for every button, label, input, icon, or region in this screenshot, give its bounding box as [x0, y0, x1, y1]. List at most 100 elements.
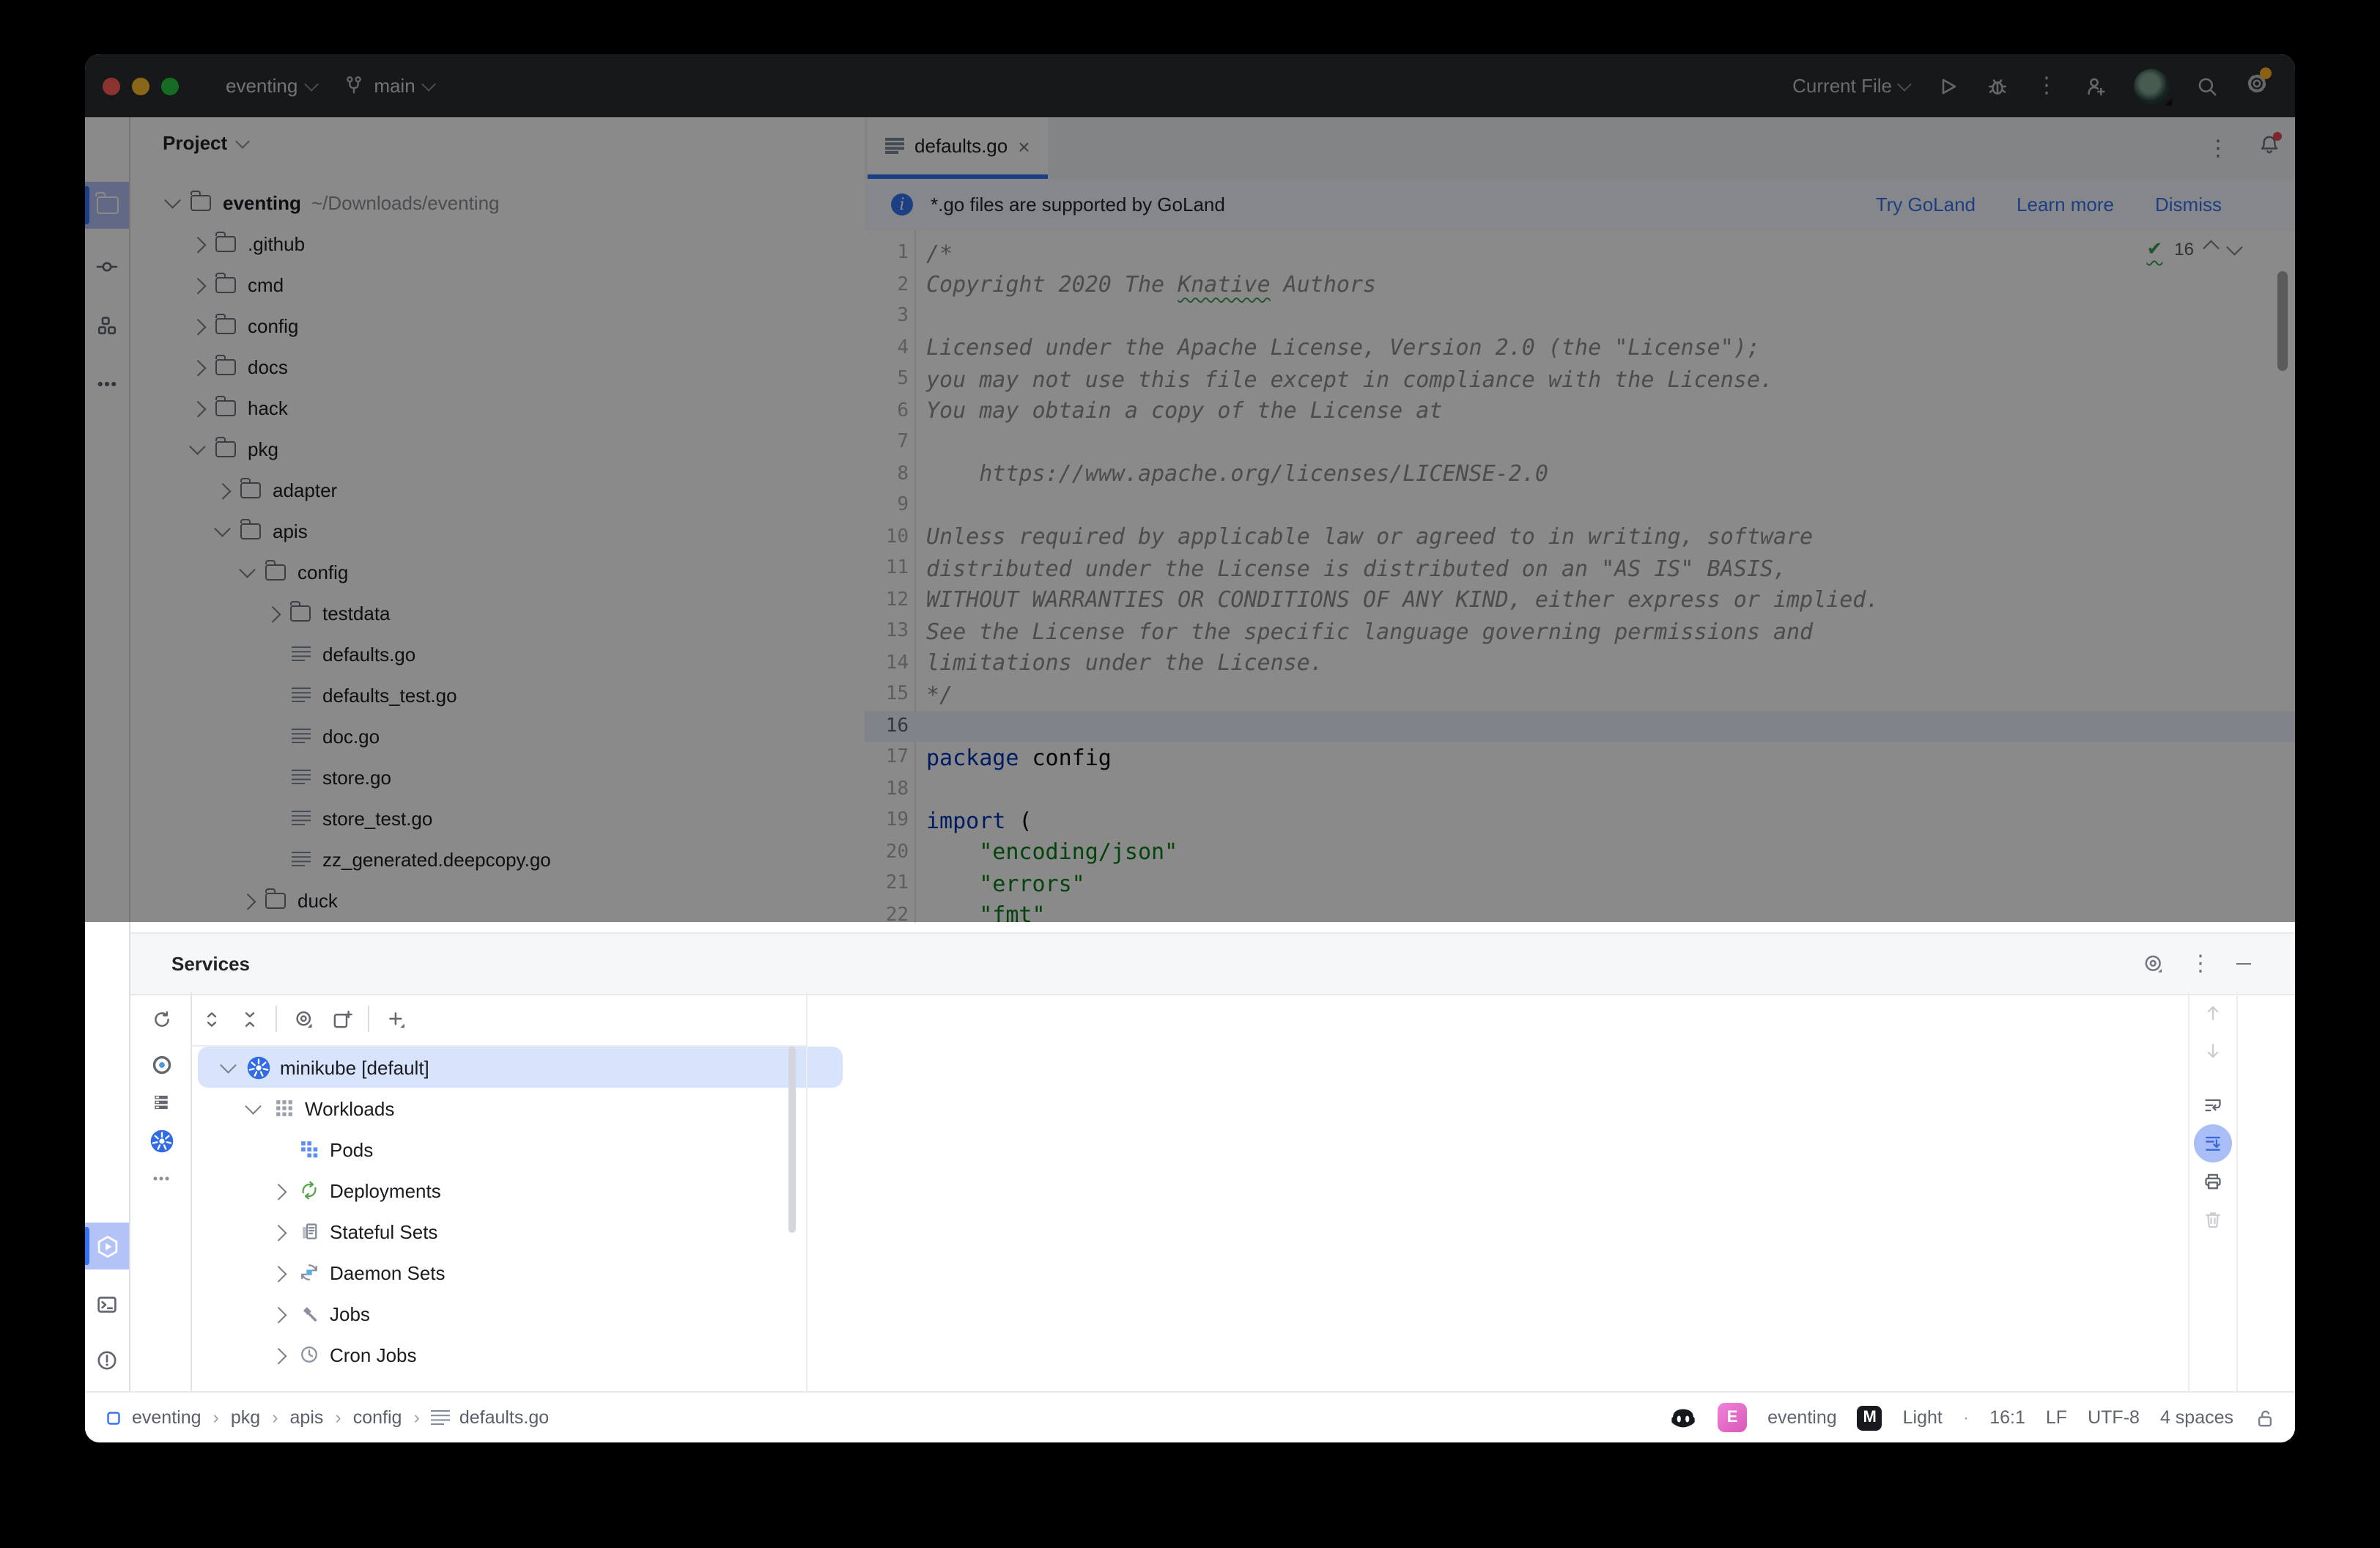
next-problem-icon[interactable]	[2226, 240, 2242, 255]
code-line-9[interactable]: 9	[865, 490, 2295, 521]
chevron-right-icon[interactable]	[268, 1180, 289, 1201]
code-line-5[interactable]: 5you may not use this file except in com…	[865, 364, 2295, 395]
chevron-down-icon[interactable]	[243, 1098, 264, 1118]
project-tree-row[interactable]: testdata	[130, 592, 865, 633]
services-tree-row[interactable]: Cron Jobs	[198, 1334, 843, 1375]
code-line-16[interactable]: 16	[865, 710, 2295, 742]
theme-label[interactable]: Light	[1903, 1407, 1943, 1428]
services-tree-row[interactable]: Workloads	[198, 1088, 843, 1129]
code-line-18[interactable]: 18	[865, 773, 2295, 805]
copilot-icon[interactable]	[1669, 1404, 1697, 1431]
project-widget[interactable]: eventing	[217, 70, 325, 101]
code-line-12[interactable]: 12WITHOUT WARRANTIES OR CONDITIONS OF AN…	[865, 584, 2295, 616]
project-tree-row[interactable]: store_test.go	[130, 797, 865, 838]
code-with-me-button[interactable]	[2084, 74, 2107, 97]
code-line-22[interactable]: 22 "fmt"	[865, 899, 2295, 924]
code-line-10[interactable]: 10Unless required by applicable law or a…	[865, 521, 2295, 553]
notifications-button[interactable]	[2258, 133, 2280, 163]
code-line-17[interactable]: 17package config	[865, 742, 2295, 773]
services-tree-row[interactable]: Pods	[198, 1129, 843, 1170]
status-project-name[interactable]: eventing	[1767, 1407, 1837, 1428]
settings-button[interactable]	[2245, 72, 2269, 100]
try-goland-link[interactable]: Try GoLand	[1876, 194, 1976, 215]
editor-options-button[interactable]: ⋮	[2207, 137, 2229, 159]
chevron-right-icon[interactable]	[188, 397, 208, 418]
chevron-right-icon[interactable]	[262, 602, 283, 623]
project-tree-row[interactable]: docs	[130, 346, 865, 387]
code-line-3[interactable]: 3	[865, 301, 2295, 332]
scroll-to-end-button[interactable]	[2194, 1124, 2232, 1161]
rail-server-stack-button[interactable]	[147, 1083, 176, 1121]
debug-button[interactable]	[1986, 74, 2009, 97]
chevron-right-icon[interactable]	[212, 479, 233, 500]
rail-more-dots-sm-button[interactable]	[147, 1160, 176, 1198]
refresh-button[interactable]	[130, 1000, 192, 1038]
vcs-branch-widget[interactable]: main	[334, 70, 443, 101]
services-tree-row[interactable]: Stateful Sets	[198, 1211, 843, 1252]
chevron-right-icon[interactable]	[268, 1262, 289, 1283]
project-tree-row[interactable]: defaults_test.go	[130, 674, 865, 715]
theme-badge[interactable]: M	[1858, 1405, 1882, 1430]
code-line-1[interactable]: 1/*	[865, 237, 2295, 269]
breadcrumb-item[interactable]: eventing	[104, 1407, 202, 1428]
project-tree-row[interactable]: pkg	[130, 428, 865, 469]
project-tree-row[interactable]: duck	[130, 880, 865, 921]
project-tree-row[interactable]: zz_generated.deepcopy.go	[130, 838, 865, 880]
project-tree-row[interactable]: adapter	[130, 469, 865, 510]
prev-problem-icon[interactable]	[2203, 241, 2219, 257]
stripe-button-structure[interactable]	[85, 302, 129, 349]
stripe-button-project[interactable]	[85, 182, 129, 229]
tab-defaults-go[interactable]: defaults.go ×	[868, 117, 1048, 179]
chevron-down-icon[interactable]	[237, 561, 258, 582]
rail-run-target-button[interactable]	[147, 1045, 176, 1083]
stripe-button-more-tools[interactable]	[85, 361, 129, 408]
code-line-14[interactable]: 14limitations under the License.	[865, 647, 2295, 679]
rail-kubernetes-button[interactable]	[147, 1121, 176, 1160]
stripe-button-services[interactable]	[85, 1223, 129, 1269]
search-everywhere-button[interactable]	[2195, 74, 2219, 97]
project-panel-header[interactable]: Project	[130, 117, 865, 154]
code-line-7[interactable]: 7	[865, 427, 2295, 458]
chevron-down-icon[interactable]	[163, 192, 183, 213]
dismiss-link[interactable]: Dismiss	[2155, 194, 2222, 215]
project-tree-row[interactable]: defaults.go	[130, 633, 865, 674]
editor-scrollbar[interactable]	[2277, 271, 2288, 371]
close-tab-icon[interactable]: ×	[1018, 136, 1030, 156]
code-line-6[interactable]: 6You may obtain a copy of the License at	[865, 395, 2295, 427]
run-configuration-selector[interactable]: Current File	[1792, 75, 1910, 97]
chevron-right-icon[interactable]	[268, 1221, 289, 1242]
project-tree-row[interactable]: config	[130, 305, 865, 346]
caret-position-widget[interactable]: 16:1	[1989, 1407, 2025, 1428]
prev-button[interactable]	[2194, 994, 2232, 1031]
chevron-down-icon[interactable]	[212, 520, 233, 541]
chevron-right-icon[interactable]	[268, 1303, 289, 1324]
inspections-widget[interactable]: ✔ 16	[2146, 237, 2239, 261]
filter-button[interactable]	[284, 1000, 322, 1038]
project-tree-row[interactable]: hack	[130, 387, 865, 428]
services-tree-row[interactable]: Daemon Sets	[198, 1252, 843, 1293]
avatar[interactable]	[2134, 68, 2169, 103]
chevron-down-icon[interactable]	[218, 1057, 239, 1077]
collapse-all-button[interactable]	[230, 1000, 268, 1038]
chevron-right-icon[interactable]	[237, 890, 258, 910]
soft-wrap-button[interactable]	[2194, 1086, 2232, 1123]
code-line-20[interactable]: 20 "encoding/json"	[865, 836, 2295, 868]
close-window-button[interactable]	[103, 77, 120, 95]
code-line-13[interactable]: 13See the License for the specific langu…	[865, 616, 2295, 647]
project-tree-row[interactable]: cmd	[130, 264, 865, 305]
services-tree-row[interactable]: minikube [default]	[198, 1047, 843, 1088]
chevron-right-icon[interactable]	[188, 233, 208, 254]
breadcrumb-item[interactable]: defaults.go	[432, 1407, 549, 1428]
services-tree-row[interactable]: Jobs	[198, 1293, 843, 1334]
code-line-11[interactable]: 11distributed under the License is distr…	[865, 553, 2295, 584]
project-tree-row[interactable]: eventing~/Downloads/eventing	[130, 182, 865, 223]
open-in-new-tab-button[interactable]	[322, 1000, 361, 1038]
chevron-right-icon[interactable]	[188, 356, 208, 377]
print-button[interactable]	[2194, 1162, 2232, 1199]
line-ending-widget[interactable]: LF	[2046, 1407, 2067, 1428]
chevron-right-icon[interactable]	[268, 1344, 289, 1365]
code-line-19[interactable]: 19import (	[865, 805, 2295, 836]
project-tree-row[interactable]: doc.go	[130, 715, 865, 756]
project-tree-row[interactable]: apis	[130, 510, 865, 551]
breadcrumb-item[interactable]: config	[353, 1407, 402, 1428]
